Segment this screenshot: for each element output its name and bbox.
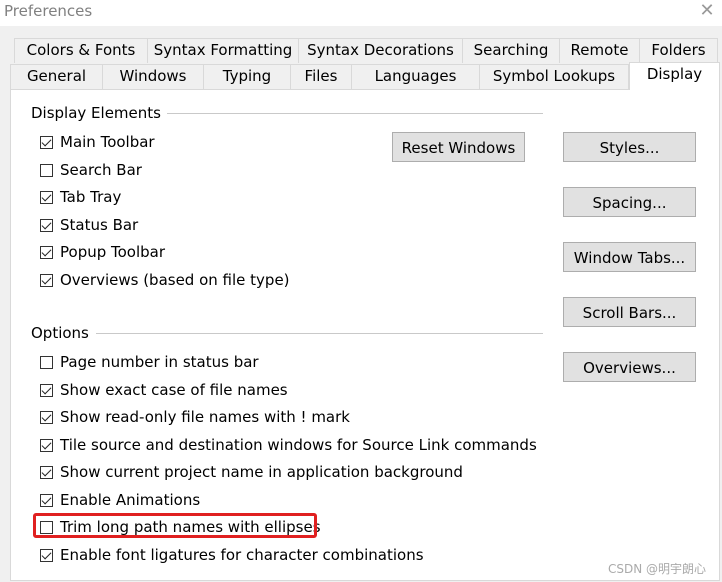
checkbox-label: Status Bar: [60, 216, 139, 234]
display-elements-divider: [160, 113, 543, 114]
checkbox-box[interactable]: [40, 493, 53, 507]
styles-button[interactable]: Styles...: [563, 132, 696, 162]
checkbox-box[interactable]: [40, 548, 53, 562]
close-icon[interactable]: ✕: [694, 0, 720, 24]
window-tabs-button[interactable]: Window Tabs...: [563, 242, 696, 272]
checkbox-project-name-background[interactable]: Show current project name in application…: [40, 461, 463, 483]
checkbox-label: Enable font ligatures for character comb…: [60, 546, 424, 564]
checkbox-page-number[interactable]: Page number in status bar: [40, 351, 259, 373]
red-highlight-box: [33, 513, 317, 538]
checkbox-read-only-mark[interactable]: Show read-only file names with ! mark: [40, 406, 350, 428]
checkbox-box[interactable]: [40, 190, 53, 204]
checkbox-enable-animations[interactable]: Enable Animations: [40, 489, 200, 511]
checkbox-label: Show current project name in application…: [60, 463, 463, 481]
checkbox-popup-toolbar[interactable]: Popup Toolbar: [40, 241, 165, 263]
tab-files[interactable]: Files: [290, 64, 352, 89]
checkbox-label: Show read-only file names with ! mark: [60, 408, 350, 426]
title-bar: Preferences ✕: [0, 0, 722, 26]
window-title: Preferences: [4, 2, 93, 20]
checkbox-label: Show exact case of file names: [60, 381, 288, 399]
checkbox-box[interactable]: [40, 245, 53, 259]
spacing-button[interactable]: Spacing...: [563, 187, 696, 217]
watermark: CSDN @明宇朗心: [608, 562, 707, 576]
tab-typing[interactable]: Typing: [203, 64, 291, 89]
checkbox-tile-source-link[interactable]: Tile source and destination windows for …: [40, 434, 537, 456]
checkbox-label: Tile source and destination windows for …: [60, 436, 537, 454]
tab-colors-fonts[interactable]: Colors & Fonts: [14, 38, 148, 63]
checkbox-box[interactable]: [40, 273, 53, 287]
checkbox-main-toolbar[interactable]: Main Toolbar: [40, 131, 155, 153]
checkbox-box[interactable]: [40, 163, 53, 177]
tab-folders[interactable]: Folders: [639, 38, 718, 63]
checkbox-label: Enable Animations: [60, 491, 201, 509]
tab-symbol-lookups[interactable]: Symbol Lookups: [479, 64, 629, 89]
scroll-bars-button[interactable]: Scroll Bars...: [563, 297, 696, 327]
reset-windows-button[interactable]: Reset Windows: [392, 132, 525, 162]
checkbox-label: Tab Tray: [60, 188, 122, 206]
options-title: Options: [31, 324, 95, 342]
checkbox-overviews-file-type[interactable]: Overviews (based on file type): [40, 269, 290, 291]
checkbox-label: Search Bar: [60, 161, 142, 179]
checkbox-box[interactable]: [40, 218, 53, 232]
display-elements-title: Display Elements: [31, 104, 167, 122]
tab-syntax-formatting[interactable]: Syntax Formatting: [147, 38, 299, 63]
tab-languages[interactable]: Languages: [351, 64, 480, 89]
tab-display[interactable]: Display: [629, 62, 720, 90]
overviews-button[interactable]: Overviews...: [563, 352, 696, 382]
checkbox-box[interactable]: [40, 410, 53, 424]
checkbox-box[interactable]: [40, 135, 53, 149]
checkbox-box[interactable]: [40, 355, 53, 369]
checkbox-box[interactable]: [40, 438, 53, 452]
checkbox-search-bar[interactable]: Search Bar: [40, 159, 142, 181]
checkbox-box[interactable]: [40, 383, 53, 397]
options-divider: [96, 333, 543, 334]
tab-remote[interactable]: Remote: [559, 38, 640, 63]
checkbox-label: Popup Toolbar: [60, 243, 166, 261]
checkbox-label: Overviews (based on file type): [60, 271, 290, 289]
tab-windows[interactable]: Windows: [102, 64, 204, 89]
tab-syntax-decorations[interactable]: Syntax Decorations: [298, 38, 463, 63]
checkbox-tab-tray[interactable]: Tab Tray: [40, 186, 121, 208]
checkbox-box[interactable]: [40, 465, 53, 479]
checkbox-label: Main Toolbar: [60, 133, 155, 151]
checkbox-label: Page number in status bar: [60, 353, 259, 371]
tab-searching[interactable]: Searching: [462, 38, 560, 63]
checkbox-exact-case[interactable]: Show exact case of file names: [40, 379, 288, 401]
checkbox-font-ligatures[interactable]: Enable font ligatures for character comb…: [40, 544, 424, 566]
tab-general[interactable]: General: [10, 64, 103, 89]
checkbox-status-bar[interactable]: Status Bar: [40, 214, 138, 236]
